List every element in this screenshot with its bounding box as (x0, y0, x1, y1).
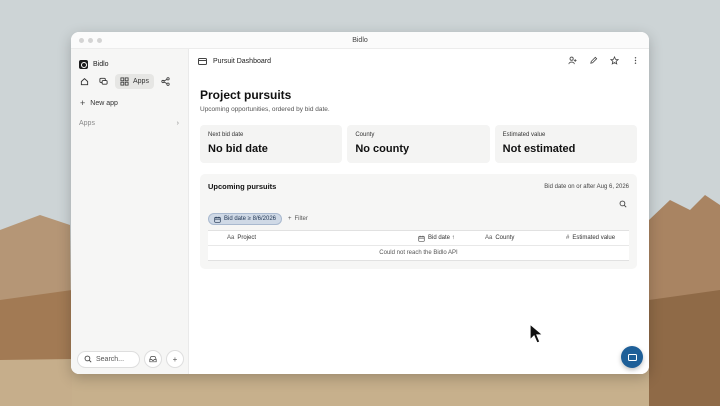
search-icon (84, 355, 92, 363)
text-type-icon: Aa (485, 235, 493, 241)
filter-bar: Bid date ≥ 8/6/2026 + Filter (208, 213, 629, 225)
new-app-button[interactable]: + New app (71, 95, 188, 111)
title-bar: Bidlo (71, 32, 649, 49)
share-icon (161, 77, 170, 86)
card-value: No county (355, 143, 410, 155)
bidlo-logo-icon (79, 60, 88, 69)
header-actions (566, 54, 641, 66)
bid-date-filter-chip[interactable]: Bid date ≥ 8/6/2026 (208, 213, 282, 225)
add-button[interactable]: + (166, 350, 184, 368)
chevron-right-icon: › (176, 119, 179, 127)
calendar-icon (418, 235, 425, 242)
maximize-dot-icon[interactable] (97, 38, 102, 43)
filter-button-label: Filter (294, 216, 308, 222)
page-body: Project pursuits Upcoming opportunities,… (189, 73, 649, 269)
card-value: No bid date (208, 143, 268, 155)
add-filter-button[interactable]: + Filter (288, 216, 308, 222)
page-subtitle: Upcoming opportunities, ordered by bid d… (200, 106, 330, 113)
message-icon (627, 353, 637, 361)
brand[interactable]: Bidlo (71, 49, 188, 73)
new-app-label: New app (90, 99, 118, 107)
chat-button[interactable] (96, 74, 111, 89)
card-label: Next bid date (208, 132, 244, 138)
summary-cards: Next bid date No bid date County No coun… (200, 125, 637, 163)
chat-icon (99, 77, 108, 85)
more-vertical-icon (634, 56, 636, 64)
card-county: County No county (347, 125, 490, 163)
column-header-county[interactable]: Aa County (485, 235, 566, 241)
close-dot-icon[interactable] (79, 38, 84, 43)
main-content: Pursuit Dashboard Project pursuits Upcom… (189, 49, 649, 374)
brand-name: Bidlo (93, 61, 109, 68)
panel-filter-summary: Bid date on or after Aug 6, 2026 (544, 183, 629, 190)
card-next-bid-date: Next bid date No bid date (200, 125, 343, 163)
calendar-icon (214, 216, 221, 223)
page-title: Project pursuits (200, 88, 292, 102)
inbox-button[interactable] (144, 350, 162, 368)
search-icon (619, 200, 627, 208)
column-header-bid-date[interactable]: Bid date ↑ (418, 235, 485, 242)
sidebar-footer: Search... + (77, 350, 184, 368)
column-label: Bid date ↑ (428, 235, 455, 241)
column-label: Project (237, 235, 257, 241)
card-label: County (355, 132, 375, 138)
search-placeholder: Search... (96, 355, 125, 363)
home-button[interactable] (77, 74, 92, 89)
panel-title: Upcoming pursuits (208, 182, 277, 191)
dashboard-icon (198, 57, 207, 65)
column-header-project[interactable]: Aa Project (208, 235, 418, 241)
apps-grid-icon (120, 77, 129, 86)
number-type-icon: # (566, 235, 570, 241)
edit-button[interactable] (587, 54, 599, 66)
star-icon (609, 55, 619, 65)
sidebar: Bidlo Apps + New app Apps › Search... + (71, 49, 189, 374)
minimize-dot-icon[interactable] (88, 38, 93, 43)
more-button[interactable] (629, 54, 641, 66)
text-type-icon: Aa (227, 235, 235, 241)
column-label: Estimated value (572, 235, 616, 241)
plus-icon: + (172, 354, 178, 364)
add-person-button[interactable] (566, 54, 578, 66)
window-controls[interactable] (79, 38, 102, 43)
chat-fab-button[interactable] (621, 346, 643, 368)
column-label: County (495, 235, 515, 241)
card-label: Estimated value (502, 132, 546, 138)
table-search-button[interactable] (619, 200, 627, 210)
pencil-icon (589, 56, 597, 64)
app-window: Bidlo Bidlo Apps + New app Apps › Search… (71, 32, 649, 374)
page-header: Pursuit Dashboard (189, 49, 649, 73)
table-header: Aa Project Bid date ↑ Aa County # Estima… (208, 231, 629, 246)
card-estimated-value: Estimated value Not estimated (494, 125, 637, 163)
card-value: Not estimated (502, 143, 576, 155)
plus-icon: + (80, 98, 86, 108)
apps-nav-button[interactable]: Apps (115, 74, 154, 89)
column-header-estimated-value[interactable]: # Estimated value (566, 235, 629, 241)
filter-chip-label: Bid date ≥ 8/6/2026 (224, 216, 276, 222)
plus-icon: + (288, 216, 292, 222)
pursuits-table: Aa Project Bid date ↑ Aa County # Estima… (208, 230, 629, 261)
add-person-icon (567, 56, 577, 64)
upcoming-pursuits-panel: Upcoming pursuits Bid date on or after A… (200, 174, 637, 269)
home-icon (80, 78, 89, 86)
dashboard-title: Pursuit Dashboard (213, 57, 271, 65)
panel-header: Upcoming pursuits Bid date on or after A… (208, 182, 629, 191)
share-button[interactable] (158, 74, 173, 89)
mouse-cursor-icon (529, 323, 545, 344)
search-input[interactable]: Search... (77, 350, 140, 368)
window-title: Bidlo (352, 36, 368, 44)
inbox-icon (149, 356, 157, 363)
table-empty-message: Could not reach the Bidlo API (208, 246, 629, 261)
apps-group-toggle[interactable]: Apps › (71, 115, 188, 131)
sidebar-nav: Apps (71, 73, 188, 90)
apps-nav-label: Apps (133, 78, 149, 85)
favorite-button[interactable] (608, 54, 620, 66)
apps-group-label: Apps (79, 119, 95, 127)
